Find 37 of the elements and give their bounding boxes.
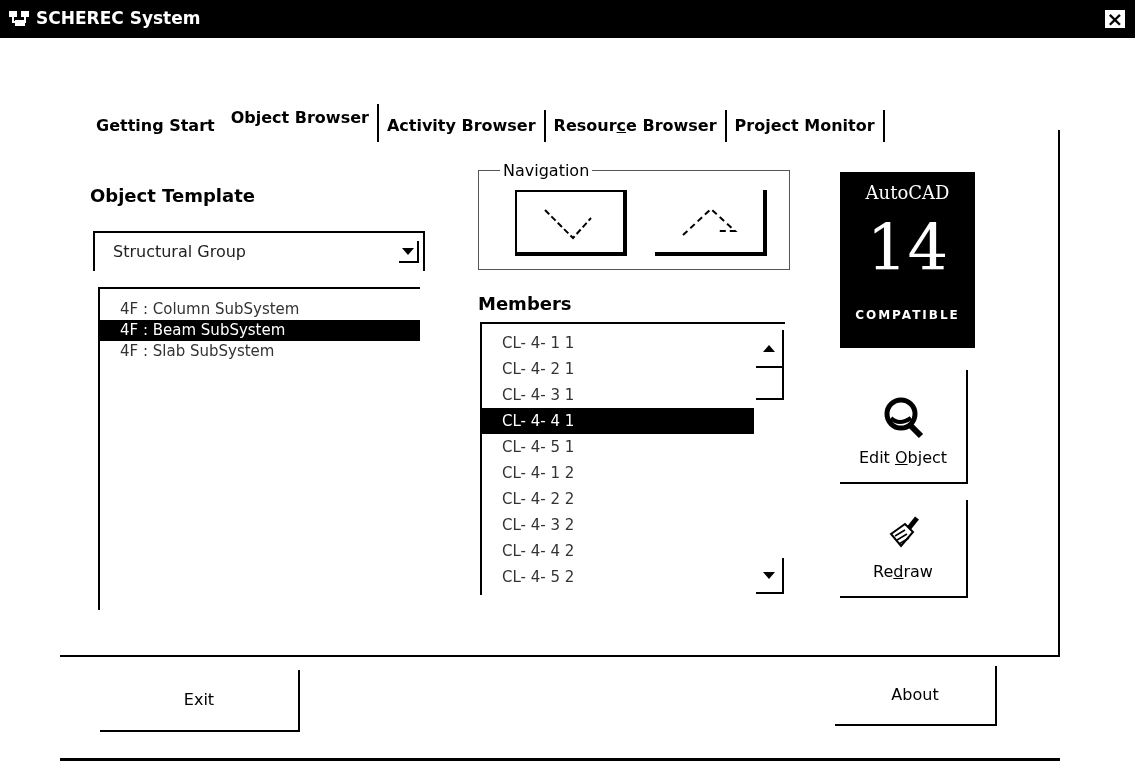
dropdown-arrow-icon[interactable] <box>399 241 419 263</box>
tab[interactable]: Getting Start <box>88 110 223 142</box>
tab[interactable]: Project Monitor <box>726 110 885 142</box>
up-arrow-icon <box>763 344 775 352</box>
list-item[interactable]: CL- 4- 3 2 <box>482 512 754 538</box>
logo-tagline: COMPATIBLE <box>855 307 960 324</box>
list-item[interactable]: CL- 4- 1 2 <box>482 460 754 486</box>
tab[interactable]: Object Browser <box>222 104 379 142</box>
list-item[interactable]: 4F : Slab SubSystem <box>100 341 420 362</box>
section-label: Members <box>478 292 572 316</box>
down-arrow-icon <box>763 571 775 579</box>
list-item[interactable]: 4F : Column SubSystem <box>100 299 420 320</box>
list-item[interactable]: CL- 4- 2 2 <box>482 486 754 512</box>
about-button[interactable]: About <box>835 666 997 726</box>
list-item[interactable]: CL- 4- 5 2 <box>482 564 754 590</box>
edit-object-button[interactable]: Edit Object <box>840 370 968 484</box>
tab[interactable]: Activity Browser <box>378 110 546 142</box>
list-item[interactable]: 4F : Beam SubSystem <box>100 320 420 341</box>
tab[interactable]: Resource Browser <box>545 110 727 142</box>
navigation-down-button[interactable] <box>515 190 627 256</box>
list-item[interactable]: CL- 4- 5 1 <box>482 434 754 460</box>
list-item[interactable]: CL- 4- 2 1 <box>482 356 754 382</box>
close-button[interactable]: × <box>1103 8 1127 30</box>
dropdown[interactable]: Structural Group <box>93 231 425 271</box>
scroll-thumb[interactable] <box>756 368 784 400</box>
logo-version: 14 <box>866 210 949 287</box>
section-label: Object Template <box>90 184 255 208</box>
redraw-button[interactable]: Redraw <box>840 500 968 598</box>
exit-button[interactable]: Exit <box>100 670 300 732</box>
list-item[interactable]: CL- 4- 1 1 <box>482 330 754 356</box>
list-item[interactable]: CL- 4- 4 2 <box>482 538 754 564</box>
app-icon <box>8 9 32 29</box>
down-arrow-icon <box>402 247 414 255</box>
window-title: SCHEREC System <box>36 7 201 31</box>
list-item[interactable]: CL- 4- 4 1 <box>482 408 754 434</box>
logo-brand: AutoCAD <box>865 182 950 204</box>
list-item[interactable]: CL- 4- 3 1 <box>482 382 754 408</box>
